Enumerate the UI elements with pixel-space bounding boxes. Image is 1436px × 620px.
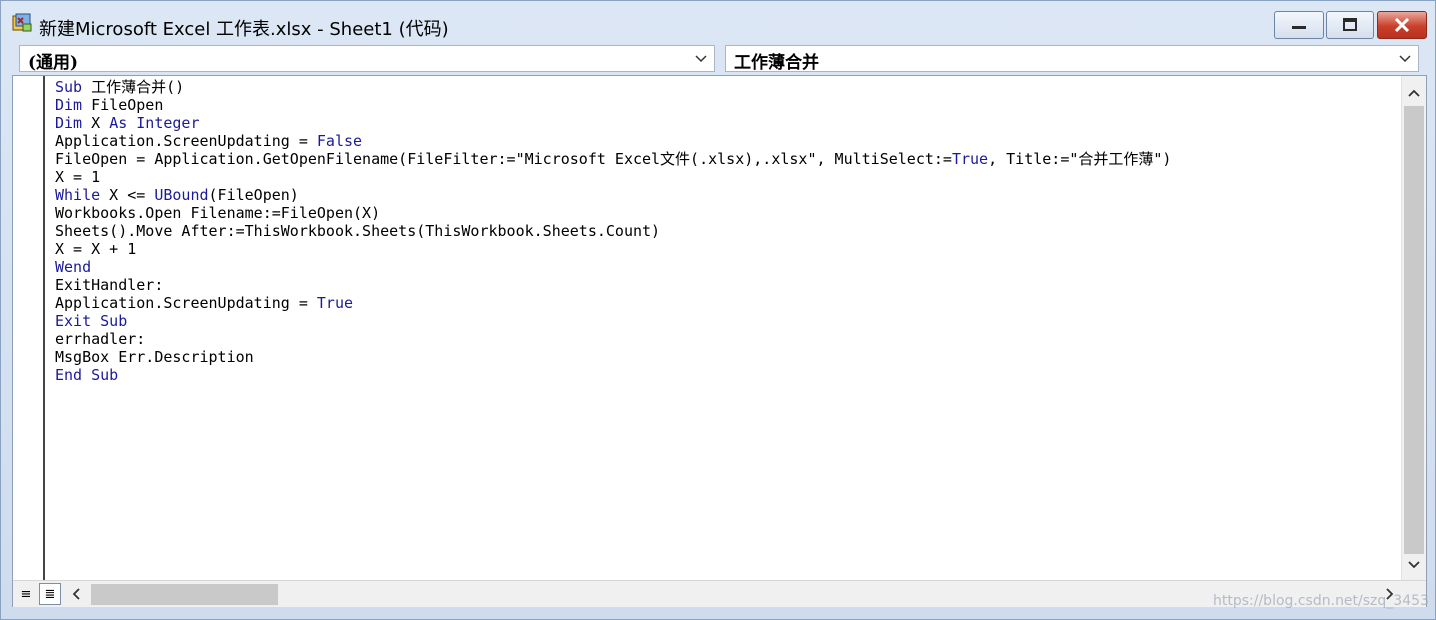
code-token: X = X + 1 [55,240,137,258]
close-icon [1394,18,1410,32]
vertical-scrollbar[interactable] [1401,76,1426,580]
code-keyword: Sub [100,312,128,330]
vba-code-window: 新建Microsoft Excel 工作表.xlsx - Sheet1 (代码)… [0,0,1436,620]
horizontal-scroll-thumb[interactable] [91,584,278,605]
code-line[interactable]: errhadler: [55,330,1171,348]
code-token: ExitHandler: [55,276,164,294]
code-keyword: True [316,294,354,312]
code-keyword: UBound [154,186,209,204]
code-line[interactable]: Wend [55,258,1171,276]
scroll-left-icon[interactable] [69,587,83,601]
scroll-down-icon[interactable] [1407,558,1421,572]
code-text[interactable]: Sub 工作薄合并() Dim FileOpen Dim X As Integer A… [55,78,1171,384]
code-token: FileOpen = Application.GetOpenFilename(F… [55,150,952,168]
object-dropdown-value: (通用) [28,53,79,73]
code-line[interactable]: ExitHandler: [55,276,1171,294]
margin-indicator-bar[interactable] [13,76,45,580]
code-line[interactable]: MsgBox Err.Description [55,348,1171,366]
code-token: Application.ScreenUpdating = [55,132,317,150]
full-module-view-button[interactable]: ≣ [39,583,61,605]
code-token: (FileOpen) [208,186,299,204]
code-keyword: Dim [55,114,83,132]
code-line[interactable]: Application.ScreenUpdating = False [55,132,1171,150]
code-token: , Title:="合并工作薄") [988,150,1172,168]
code-token: X <= [100,186,155,204]
code-keyword: False [316,132,363,150]
code-editor[interactable]: Sub 工作薄合并() Dim FileOpen Dim X As Integer A… [12,75,1427,607]
code-line[interactable]: While X <= UBound(FileOpen) [55,186,1171,204]
code-keyword: True [951,150,989,168]
code-keyword: As [109,114,128,132]
code-keyword: Dim [55,96,83,114]
code-keyword: End [55,366,83,384]
code-line[interactable]: Sub 工作薄合并() [55,78,1171,96]
watermark-text: https://blog.csdn.net/szq_3453 [1213,593,1429,609]
minimize-icon [1292,26,1306,29]
scroll-up-icon[interactable] [1407,86,1421,100]
minimize-button[interactable] [1274,11,1324,39]
code-token: X [82,114,110,132]
code-token: Sheets().Move After:=ThisWorkbook.Sheets… [55,222,661,240]
vertical-scroll-thumb[interactable] [1404,106,1424,554]
window-title: 新建Microsoft Excel 工作表.xlsx - Sheet1 (代码) [39,19,449,40]
title-bar[interactable]: 新建Microsoft Excel 工作表.xlsx - Sheet1 (代码) [1,1,1435,41]
code-token: FileOpen [82,96,164,114]
chevron-down-icon [695,55,707,63]
code-keyword: Sub [91,366,119,384]
code-line[interactable]: Dim FileOpen [55,96,1171,114]
code-keyword: Exit [55,312,92,330]
code-token: Application.ScreenUpdating = [55,294,317,312]
code-keyword: Sub [55,78,83,96]
code-keyword: Integer [136,114,200,132]
close-button[interactable] [1377,11,1427,39]
procedure-dropdown-value: 工作薄合并 [734,53,819,73]
object-dropdown[interactable]: (通用) [19,45,715,73]
chevron-down-icon [1399,55,1411,63]
code-keyword: Wend [55,258,92,276]
vba-project-icon [12,13,32,32]
procedure-dropdown[interactable]: 工作薄合并 [725,45,1419,73]
code-token: MsgBox Err.Description [55,348,254,366]
code-line[interactable]: X = X + 1 [55,240,1171,258]
code-token: errhadler: [55,330,146,348]
code-line[interactable]: Workbooks.Open Filename:=FileOpen(X) [55,204,1171,222]
code-line[interactable]: Dim X As Integer [55,114,1171,132]
code-line[interactable]: Exit Sub [55,312,1171,330]
code-line[interactable]: FileOpen = Application.GetOpenFilename(F… [55,150,1171,168]
code-line[interactable]: End Sub [55,366,1171,384]
code-line[interactable]: X = 1 [55,168,1171,186]
code-token: 工作薄合并() [82,78,185,96]
code-line[interactable]: Application.ScreenUpdating = True [55,294,1171,312]
maximize-button[interactable] [1326,11,1374,39]
procedure-view-button[interactable]: ≡ [15,583,37,605]
maximize-icon [1343,18,1357,31]
code-token: X = 1 [55,168,101,186]
code-line[interactable]: Sheets().Move After:=ThisWorkbook.Sheets… [55,222,1171,240]
code-token: Workbooks.Open Filename:=FileOpen(X) [55,204,381,222]
code-keyword: While [55,186,101,204]
